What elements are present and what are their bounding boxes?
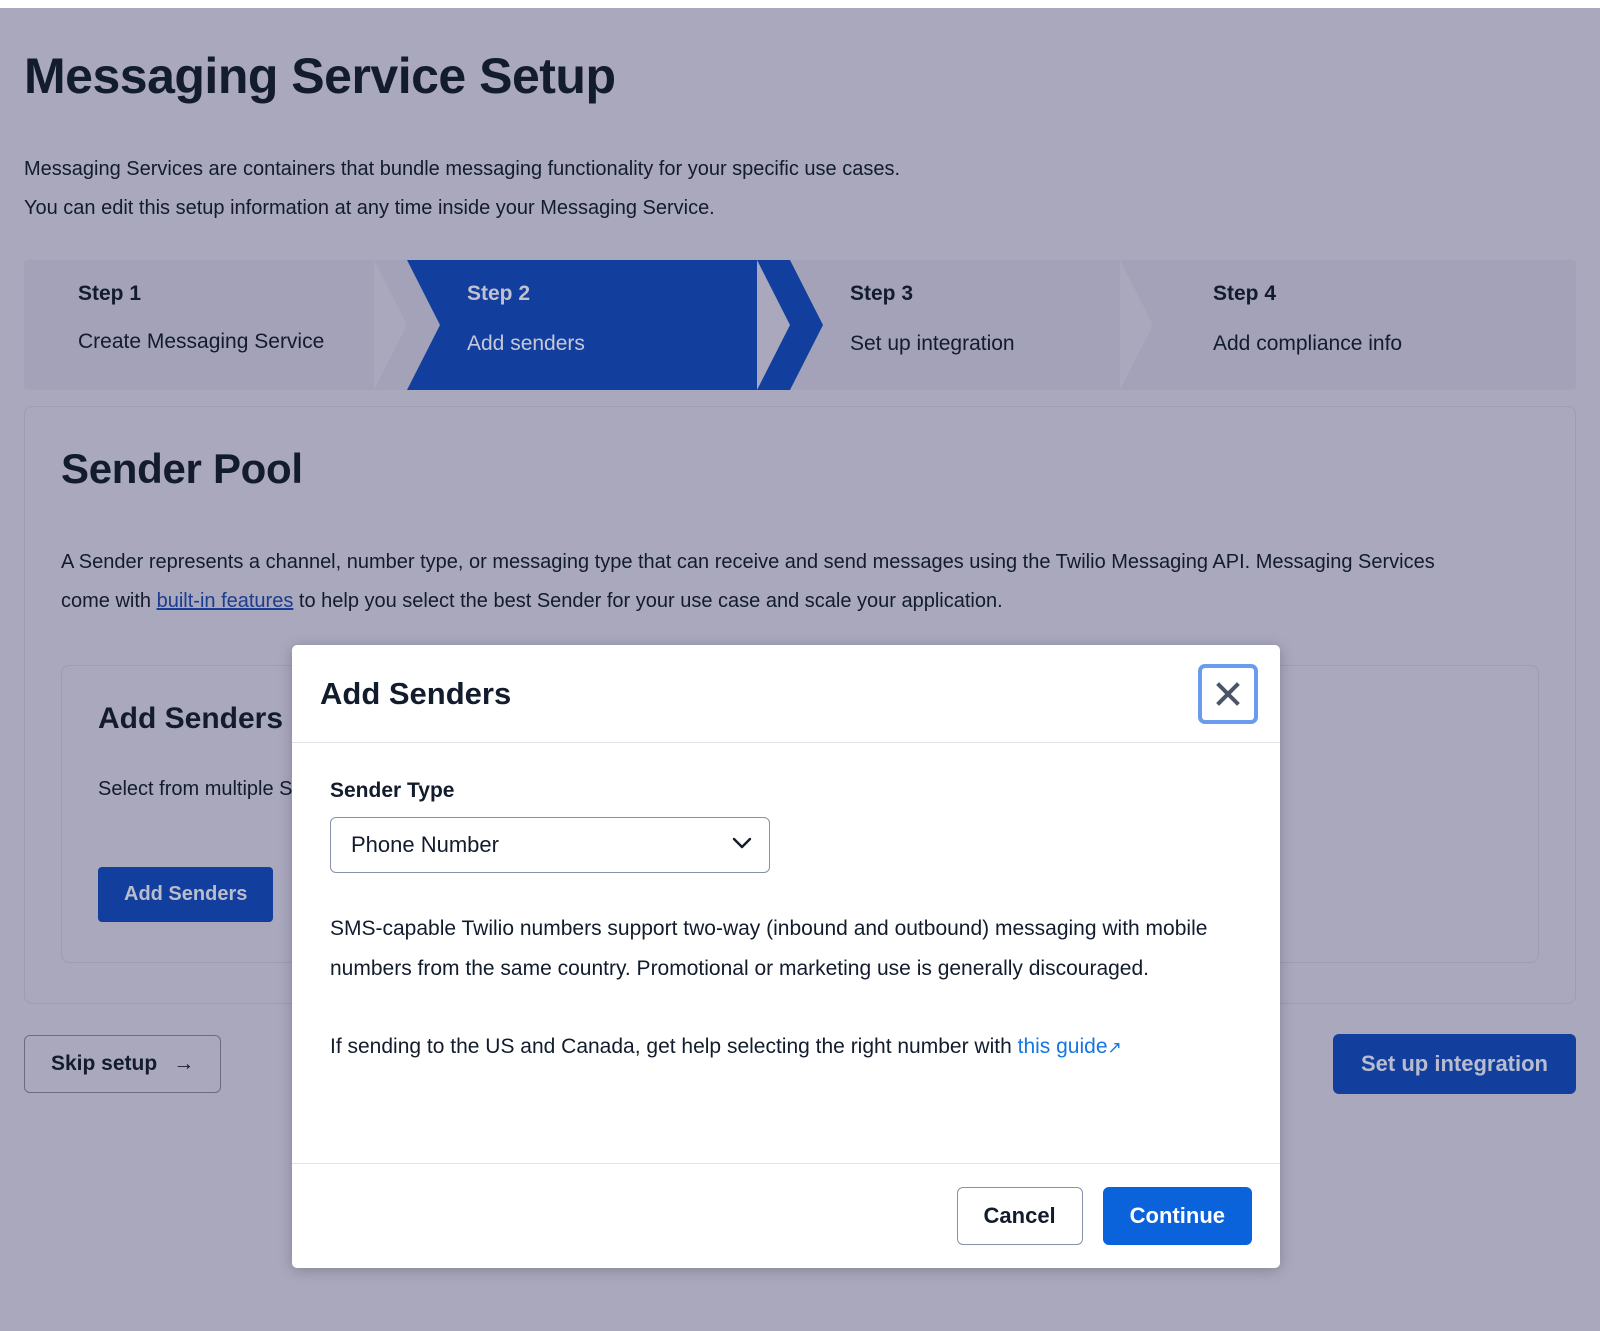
guide-help-text-prefix: If sending to the US and Canada, get hel…: [330, 1035, 1018, 1058]
step-3-label: Set up integration: [850, 331, 1015, 355]
step-item-3[interactable]: Step 3 Set up integration: [757, 259, 1186, 390]
sender-pool-heading: Sender Pool: [61, 444, 303, 492]
step-item-4[interactable]: Step 4 Add compliance info: [1120, 259, 1576, 390]
step-1-number: Step 1: [78, 281, 142, 305]
sender-type-select-wrapper: Phone Number: [330, 817, 770, 873]
page-title: Messaging Service Setup: [24, 48, 616, 104]
step-2-number: Step 2: [467, 281, 531, 305]
close-icon[interactable]: [1202, 667, 1254, 720]
step-3-number: Step 3: [850, 281, 914, 305]
modal-title: Add Senders: [320, 675, 512, 711]
step-progress-bar: Step 1 Create Messaging Service Step 2 A…: [24, 259, 1576, 390]
step-4-label: Add compliance info: [1213, 331, 1403, 355]
external-link-icon: ↗: [1107, 1038, 1122, 1057]
page-subtitle: Messaging Services are containers that b…: [24, 150, 1576, 228]
skip-setup-button[interactable]: Skip setup →: [24, 1034, 222, 1093]
arrow-right-icon: →: [173, 1051, 195, 1075]
guide-help-text: If sending to the US and Canada, get hel…: [330, 1027, 1248, 1068]
skip-setup-label: Skip setup: [51, 1051, 158, 1075]
continue-button[interactable]: Continue: [1102, 1187, 1252, 1245]
modal-footer: Cancel Continue: [292, 1163, 1280, 1268]
modal-header: Add Senders: [292, 645, 1280, 743]
this-guide-link[interactable]: this guide↗: [1018, 1035, 1122, 1058]
modal-body: Sender Type Phone Number SMS-capable Twi…: [292, 743, 1280, 1163]
sender-type-label: Sender Type: [330, 779, 455, 802]
set-up-integration-button[interactable]: Set up integration: [1333, 1033, 1576, 1094]
step-4-number: Step 4: [1213, 281, 1277, 305]
step-2-label: Add senders: [467, 331, 585, 355]
cancel-button[interactable]: Cancel: [956, 1187, 1083, 1245]
step-item-2[interactable]: Step 2 Add senders: [374, 259, 823, 390]
sender-type-select[interactable]: Phone Number: [330, 817, 770, 873]
this-guide-link-label: this guide: [1017, 1035, 1108, 1058]
sender-pool-desc-part-2: to help you select the best Sender for y…: [293, 589, 1003, 612]
sender-pool-description: A Sender represents a channel, number ty…: [61, 543, 1461, 621]
page-subtitle-line-1: Messaging Services are containers that b…: [24, 157, 901, 180]
step-1-label: Create Messaging Service: [78, 329, 325, 353]
sender-type-description: SMS-capable Twilio numbers support two-w…: [330, 917, 1208, 980]
built-in-features-link[interactable]: built-in features: [157, 590, 294, 612]
add-senders-button[interactable]: Add Senders: [98, 866, 274, 922]
step-item-1[interactable]: Step 1 Create Messaging Service: [24, 259, 440, 390]
add-senders-modal: Add Senders Sender Type Phone Number SMS…: [292, 645, 1280, 1268]
page-subtitle-line-2: You can edit this setup information at a…: [24, 196, 715, 219]
